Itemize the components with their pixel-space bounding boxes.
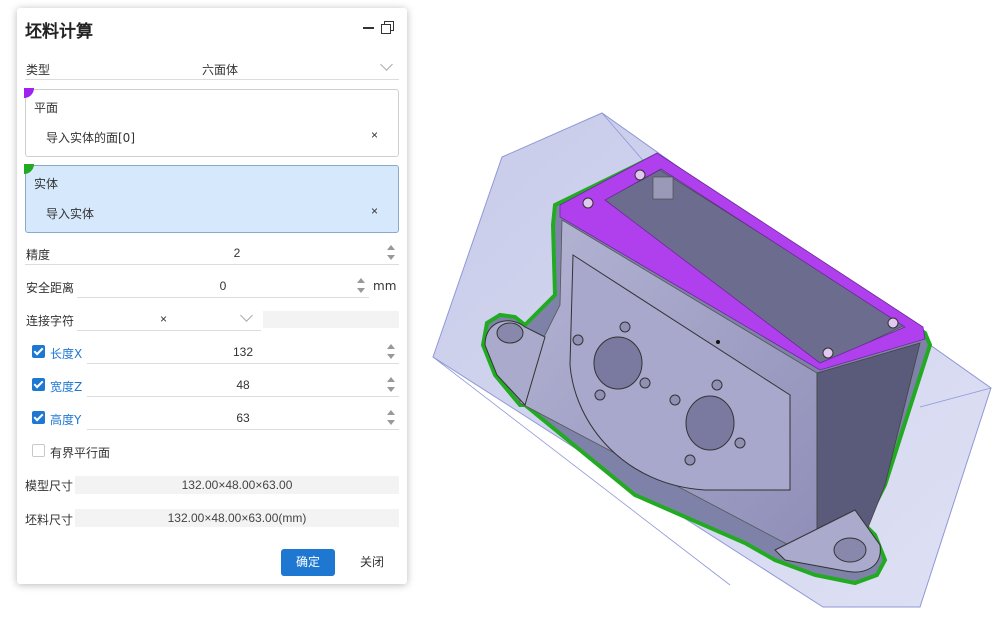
plane-clear-icon[interactable]: × [371,128,378,142]
height-label: 高度Y [50,413,82,427]
close-button[interactable]: 关闭 [353,549,391,576]
plane-label: 平面 [34,101,59,115]
height-input[interactable]: 63 [87,407,399,429]
solid-selection-box[interactable]: 实体 导入实体 × [24,164,399,233]
height-checkbox[interactable] [32,411,45,424]
width-label: 宽度Z [50,380,83,394]
safe-distance-unit: mm [373,279,397,293]
precision-spinner[interactable] [387,244,395,262]
solid-selected-item: 导入实体 [46,207,95,221]
safe-distance-spinner[interactable] [357,277,365,295]
restore-icon[interactable] [381,20,395,34]
width-value: 48 [236,378,250,392]
precision-value: 2 [233,246,241,260]
blank-calc-dialog: 坯料计算 类型 六面体 平面 导入实体的面[0] × 实体 导入实体 × 精度 … [17,8,407,584]
length-spinner[interactable] [387,343,395,361]
model-size-value: 132.00×48.00×63.00 [181,478,293,492]
type-select[interactable]: 六面体 [25,57,399,79]
joiner-preview-field [263,311,399,328]
divider [87,363,399,364]
bounded-plane-checkbox[interactable] [32,444,45,457]
model-size-label: 模型尺寸 [25,479,74,493]
blank-size-value: 132.00×48.00×63.00(mm) [167,511,307,525]
safe-distance-input[interactable]: 0 [77,275,369,297]
height-value: 63 [236,411,250,425]
length-checkbox[interactable] [32,345,45,358]
divider [77,297,369,298]
width-checkbox[interactable] [32,378,45,391]
length-value: 132 [232,345,254,359]
divider [87,429,399,430]
3d-viewport[interactable] [425,105,1000,615]
plane-color-marker [24,88,34,98]
precision-input[interactable]: 2 [75,242,399,264]
chevron-down-icon [380,58,393,71]
divider [87,396,399,397]
divider [25,264,399,265]
safe-distance-label: 安全距离 [26,281,75,295]
chevron-down-icon [240,309,253,322]
solid-color-marker [24,164,34,174]
height-spinner[interactable] [387,409,395,427]
model-render [432,112,992,608]
solid-clear-icon[interactable]: × [371,204,378,218]
joiner-select[interactable]: × [77,308,261,330]
plane-selection-box[interactable]: 平面 导入实体的面[0] × [24,88,399,157]
type-select-value: 六面体 [202,63,239,77]
length-label: 长度X [50,347,83,361]
dialog-title: 坯料计算 [25,22,93,42]
joiner-value: × [160,312,168,326]
precision-label: 精度 [26,248,51,262]
length-input[interactable]: 132 [87,341,399,363]
width-input[interactable]: 48 [87,374,399,396]
blank-size-field: 132.00×48.00×63.00(mm) [75,509,399,527]
divider [25,79,399,80]
ok-button[interactable]: 确定 [281,549,335,576]
model-size-field: 132.00×48.00×63.00 [75,476,399,494]
joiner-label: 连接字符 [26,314,75,328]
plane-selected-item: 导入实体的面[0] [46,131,135,145]
solid-label: 实体 [34,177,59,191]
width-spinner[interactable] [387,376,395,394]
bounded-plane-label: 有界平行面 [50,446,111,460]
minimize-icon[interactable] [362,20,376,34]
blank-size-label: 坯料尺寸 [25,513,74,527]
safe-distance-value: 0 [219,279,227,293]
divider [77,330,261,331]
